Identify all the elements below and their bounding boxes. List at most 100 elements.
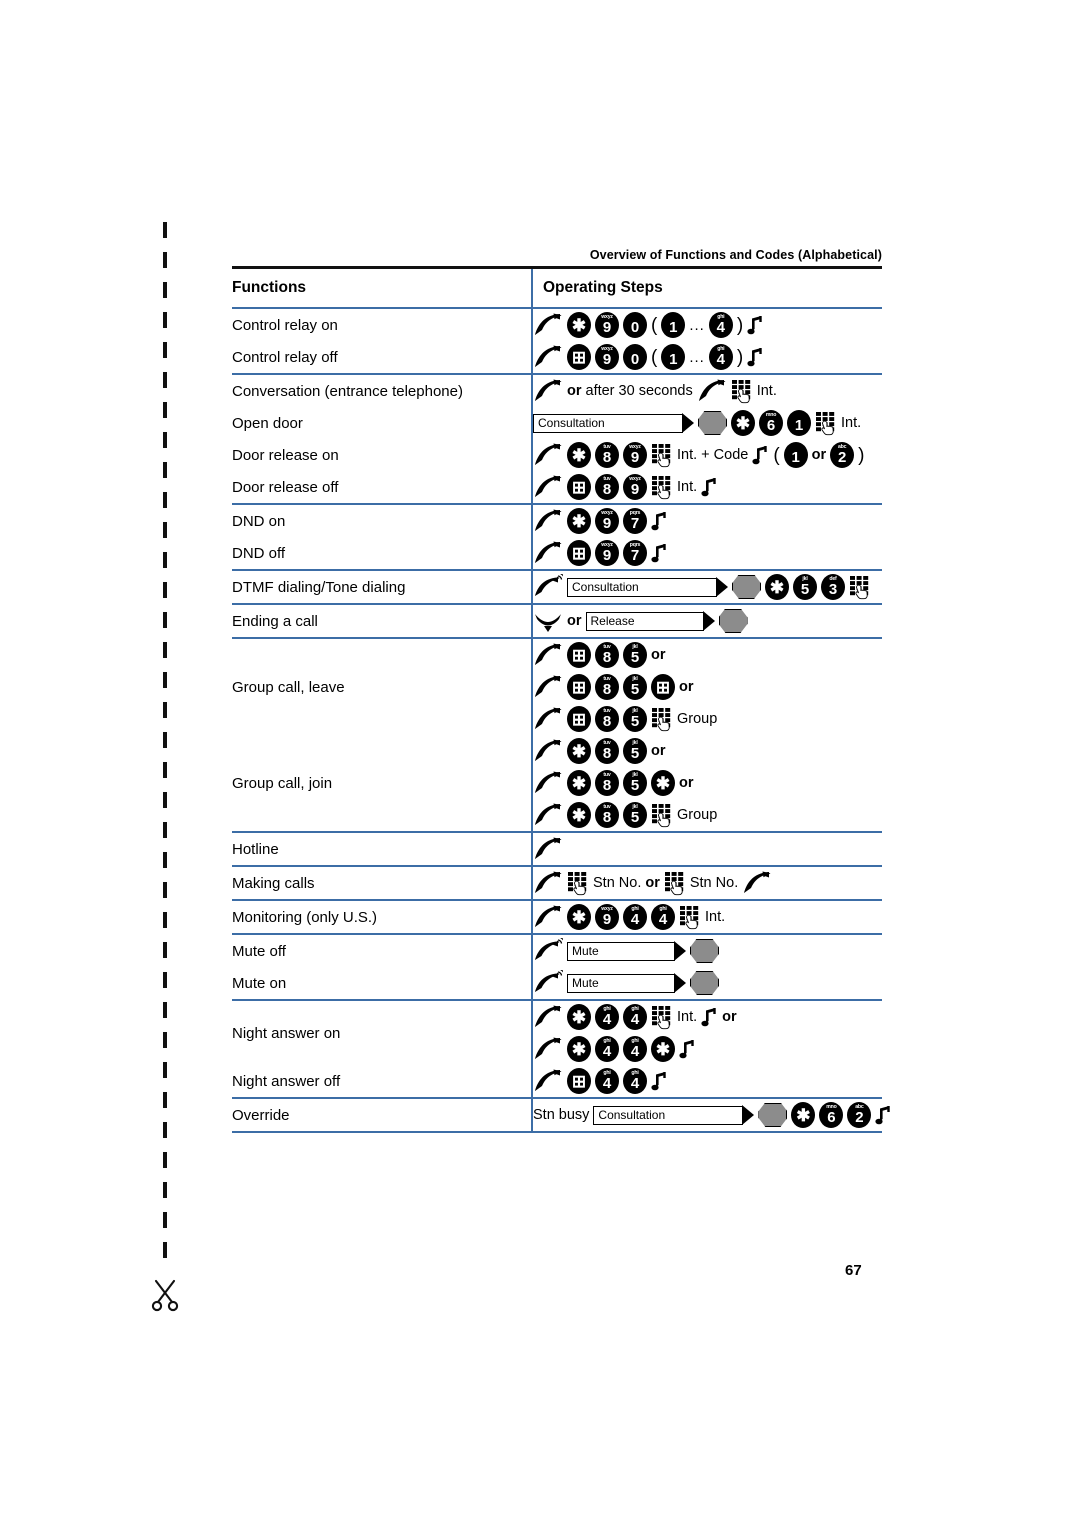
keypad-key-1[interactable]: 1 (661, 344, 686, 370)
keypad-key-star[interactable]: ✱ (567, 1036, 591, 1062)
octagon-key-icon[interactable] (698, 411, 727, 435)
keypad-key-7[interactable]: pqrs 7 (623, 508, 647, 534)
keypad-key-hash[interactable]: ⊞ (651, 674, 675, 700)
keypad-key-star[interactable]: ✱ (567, 738, 591, 764)
key-glyph: 5 (630, 777, 640, 794)
keypad-key-hash[interactable]: ⊞ (567, 1068, 591, 1094)
function-name-cell: Control relay off (232, 341, 533, 374)
step-text: or (722, 1009, 737, 1025)
keypad-key-4[interactable]: ghi 4 (708, 344, 733, 370)
keypad-key-star[interactable]: ✱ (567, 802, 591, 828)
keypad-key-star[interactable]: ✱ (651, 770, 675, 796)
key-letters: def (829, 575, 837, 582)
keypad-key-9[interactable]: wxyz 9 (595, 904, 619, 930)
keypad-key-5[interactable]: jkl 5 (623, 770, 647, 796)
keypad-key-4[interactable]: ghi 4 (623, 1036, 647, 1062)
key-letters: pqrs (629, 509, 641, 516)
keypad-key-9[interactable]: wxyz 9 (595, 540, 619, 566)
keypad-key-star[interactable]: ✱ (731, 410, 755, 436)
softkey-consultation[interactable]: Consultation (533, 413, 694, 434)
keypad-key-4[interactable]: ghi 4 (623, 1004, 647, 1030)
keypad-key-6[interactable]: mno 6 (819, 1102, 844, 1128)
keypad-key-4[interactable]: ghi 4 (623, 1068, 647, 1094)
keypad-key-2[interactable]: abc 2 (847, 1102, 872, 1128)
keypad-key-8[interactable]: tuv 8 (595, 706, 619, 732)
keypad-key-9[interactable]: wxyz 9 (595, 312, 619, 338)
handset-lift-icon (697, 378, 727, 404)
keypad-key-star[interactable]: ✱ (567, 442, 591, 468)
keypad-key-8[interactable]: tuv 8 (595, 474, 619, 500)
keypad-key-0[interactable]: 0 (623, 344, 647, 370)
keypad-key-8[interactable]: tuv 8 (595, 738, 619, 764)
keypad-key-9[interactable]: wxyz 9 (595, 344, 619, 370)
keypad-key-5[interactable]: jkl 5 (623, 642, 647, 668)
key-letters: tuv (603, 707, 611, 714)
keypad-key-4[interactable]: ghi 4 (595, 1068, 619, 1094)
keypad-key-0[interactable]: 0 (623, 312, 647, 338)
keypad-key-9[interactable]: wxyz 9 (595, 508, 619, 534)
softkey-release[interactable]: Release (585, 611, 715, 632)
operating-steps-cell: ⊞ tuv 8 jkl 5 or ⊞ tuv 8 jkl 5 ⊞ or ⊞ tuv 8 jkl 5 Group (532, 638, 882, 735)
keypad-key-star[interactable]: ✱ (765, 574, 789, 600)
keypad-key-4[interactable]: ghi 4 (595, 1004, 619, 1030)
keypad-key-5[interactable]: jkl 5 (623, 738, 647, 764)
keypad-key-8[interactable]: tuv 8 (595, 442, 619, 468)
keypad-key-1[interactable]: 1 (661, 312, 686, 338)
keypad-key-4[interactable]: ghi 4 (595, 1036, 619, 1062)
key-glyph: ✱ (571, 907, 587, 927)
keypad-key-2[interactable]: abc 2 (830, 442, 855, 468)
keypad-key-star[interactable]: ✱ (791, 1102, 816, 1128)
keypad-key-star[interactable]: ✱ (567, 1004, 591, 1030)
keypad-key-star[interactable]: ✱ (567, 312, 591, 338)
operating-steps-cell: ⊞ wxyz 9 pqrs 7 (532, 537, 882, 570)
keypad-key-8[interactable]: tuv 8 (595, 770, 619, 796)
octagon-key-icon[interactable] (718, 609, 748, 633)
softkey-consultation[interactable]: Consultation (593, 1105, 755, 1126)
operating-step-sequence (533, 833, 882, 865)
softkey-mute[interactable]: Mute (567, 973, 686, 994)
octagon-key-icon[interactable] (732, 575, 761, 599)
key-letters: wxyz (629, 443, 641, 450)
keypad-key-1[interactable]: 1 (783, 442, 808, 468)
tone-note-icon (651, 510, 668, 532)
keypad-key-8[interactable]: tuv 8 (595, 802, 619, 828)
keypad-key-9[interactable]: wxyz 9 (623, 474, 647, 500)
keypad-key-star[interactable]: ✱ (567, 770, 591, 796)
keypad-key-star[interactable]: ✱ (567, 904, 591, 930)
softkey-mute[interactable]: Mute (567, 941, 686, 962)
keypad-key-hash[interactable]: ⊞ (567, 540, 591, 566)
keypad-key-hash[interactable]: ⊞ (567, 642, 591, 668)
octagon-key-icon[interactable] (690, 971, 719, 995)
softkey-consultation[interactable]: Consultation (567, 577, 728, 598)
operating-step-sequence: ⊞ tuv 8 jkl 5 Group (533, 703, 882, 735)
keypad-key-9[interactable]: wxyz 9 (623, 442, 647, 468)
keypad-key-4[interactable]: ghi 4 (708, 312, 733, 338)
keypad-key-7[interactable]: pqrs 7 (623, 540, 647, 566)
keypad-key-hash[interactable]: ⊞ (567, 706, 591, 732)
key-letters: ghi (631, 1037, 639, 1044)
cut-dashed-line (163, 222, 167, 1262)
keypad-key-4[interactable]: ghi 4 (623, 904, 647, 930)
keypad-key-hash[interactable]: ⊞ (567, 344, 591, 370)
keypad-key-5[interactable]: jkl 5 (623, 674, 647, 700)
keypad-key-4[interactable]: ghi 4 (651, 904, 675, 930)
keypad-key-star[interactable]: ✱ (567, 508, 591, 534)
keypad-key-5[interactable]: jkl 5 (793, 574, 817, 600)
keypad-key-5[interactable]: jkl 5 (623, 802, 647, 828)
keypad-key-1[interactable]: 1 (787, 410, 811, 436)
function-label: DND off (232, 544, 286, 562)
keypad-key-3[interactable]: def 3 (821, 574, 845, 600)
function-label: Night answer off (232, 1072, 341, 1090)
steps-list: or Release (533, 605, 882, 637)
keypad-key-8[interactable]: tuv 8 (595, 642, 619, 668)
octagon-key-icon[interactable] (758, 1103, 788, 1127)
keypad-key-hash[interactable]: ⊞ (567, 474, 591, 500)
keypad-key-star[interactable]: ✱ (651, 1036, 675, 1062)
octagon-key-icon[interactable] (690, 939, 719, 963)
handset-active-icon (533, 936, 566, 964)
keypad-key-8[interactable]: tuv 8 (595, 674, 619, 700)
keypad-key-5[interactable]: jkl 5 (623, 706, 647, 732)
keypad-key-6[interactable]: mno 6 (759, 410, 783, 436)
key-letters: ghi (603, 1069, 611, 1076)
keypad-key-hash[interactable]: ⊞ (567, 674, 591, 700)
